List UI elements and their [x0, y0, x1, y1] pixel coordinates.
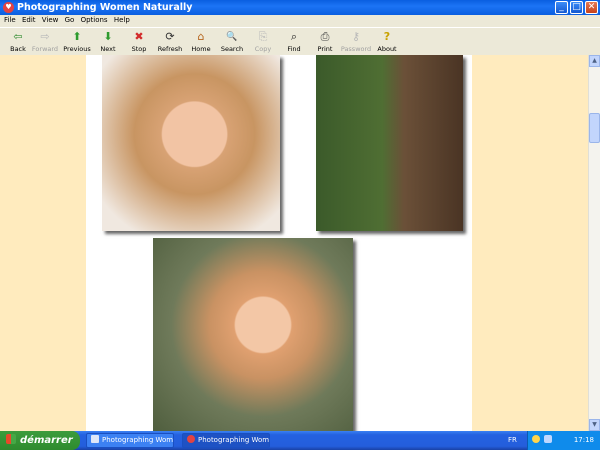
minimize-button[interactable]: _: [555, 1, 568, 14]
about-label: About: [377, 45, 397, 53]
menu-file[interactable]: File: [4, 15, 16, 26]
password-label: Password: [340, 45, 372, 53]
menu-edit[interactable]: Edit: [22, 15, 36, 26]
photo-tree-dress[interactable]: [316, 55, 463, 231]
back-label: Back: [10, 45, 26, 53]
next-label: Next: [100, 45, 116, 53]
task-label: Photographing Wome...: [198, 436, 270, 444]
search-icon: 🔍: [226, 32, 238, 42]
menu-go[interactable]: Go: [65, 15, 75, 26]
menu-help[interactable]: Help: [114, 15, 130, 26]
down-arrow-icon: ⬇: [103, 30, 113, 43]
forward-arrow-icon: ⇨: [40, 30, 50, 43]
system-tray: FR 17:18: [508, 431, 600, 450]
app-heart-icon: [187, 435, 195, 443]
tray-network-icon[interactable]: [544, 435, 552, 443]
back-arrow-icon: ⇦: [13, 30, 23, 43]
page-content[interactable]: [0, 55, 588, 431]
key-icon: ⚷: [351, 30, 361, 43]
about-button[interactable]: ? About: [369, 30, 405, 53]
scroll-thumb[interactable]: [589, 113, 600, 143]
maximize-button[interactable]: □: [570, 1, 583, 14]
stop-label: Stop: [131, 45, 147, 53]
printer-icon: ⎙: [320, 30, 330, 43]
close-button[interactable]: ✕: [585, 1, 598, 14]
refresh-icon: ⟳: [165, 30, 175, 43]
stop-icon: ✖: [134, 30, 144, 43]
menu-options[interactable]: Options: [81, 15, 108, 26]
up-arrow-icon: ⬆: [72, 30, 82, 43]
binoculars-icon: ⌕: [290, 30, 298, 43]
start-label: démarrer: [20, 435, 73, 446]
title-bar[interactable]: ♥ Photographing Women Naturally _ □ ✕: [0, 0, 600, 15]
window-title: Photographing Women Naturally: [17, 2, 193, 13]
windows-flag-icon: [6, 434, 16, 444]
question-icon: ?: [383, 30, 391, 43]
taskbar: démarrer Photographing Wome... Photograp…: [0, 431, 600, 450]
photo-glasses-portrait[interactable]: [102, 55, 280, 231]
language-indicator[interactable]: FR: [508, 431, 517, 450]
scroll-up-button[interactable]: ▲: [589, 55, 600, 67]
home-icon: ⌂: [197, 30, 205, 43]
home-label: Home: [191, 45, 211, 53]
copy-icon: ⎘: [258, 30, 268, 43]
taskbar-item-window-2[interactable]: Photographing Wome...: [182, 433, 270, 448]
copy-label: Copy: [254, 45, 272, 53]
find-label: Find: [287, 45, 301, 53]
start-button[interactable]: démarrer: [0, 431, 80, 450]
menu-view[interactable]: View: [42, 15, 59, 26]
app-window: ♥ Photographing Women Naturally _ □ ✕ Fi…: [0, 0, 600, 431]
tray-status-icon[interactable]: [532, 435, 540, 443]
refresh-label: Refresh: [157, 45, 183, 53]
scroll-down-button[interactable]: ▼: [589, 419, 600, 431]
taskbar-item-window-1[interactable]: Photographing Wome...: [86, 433, 174, 448]
menu-bar: File Edit View Go Options Help: [0, 15, 600, 26]
previous-label: Previous: [63, 45, 91, 53]
clock[interactable]: 17:18: [574, 431, 594, 450]
vertical-scrollbar[interactable]: ▲ ▼: [588, 55, 600, 431]
search-label: Search: [220, 45, 244, 53]
app-icon: ♥: [3, 2, 14, 13]
task-label: Photographing Wome...: [102, 436, 174, 444]
print-label: Print: [317, 45, 333, 53]
photo-outdoor-glasses[interactable]: [153, 238, 353, 431]
forward-button[interactable]: ⇨ Forward: [27, 30, 63, 53]
browser-window-icon: [91, 435, 99, 443]
forward-label: Forward: [31, 45, 59, 53]
toolbar: ⇦ Back ⇨ Forward ⬆ Previous ⬇ Next ✖ Sto…: [0, 27, 600, 56]
